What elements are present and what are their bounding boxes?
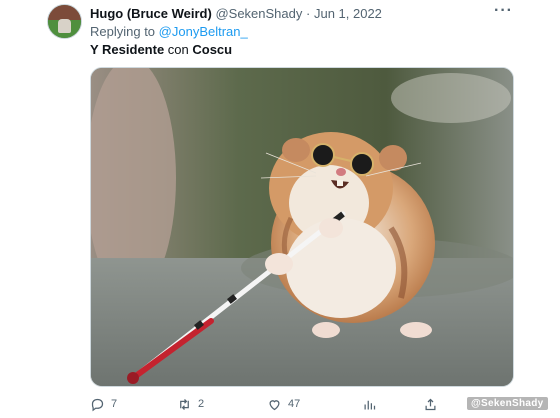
tweet-date[interactable]: Jun 1, 2022	[314, 6, 382, 21]
tweet-text-bold-1: Y Residente	[90, 42, 165, 57]
hamster-photo	[91, 68, 513, 386]
tweet-text-normal: con	[164, 42, 193, 57]
reply-icon	[91, 398, 104, 411]
replying-prefix: Replying to	[90, 24, 159, 39]
tweet-actions: 7 2 47	[90, 396, 530, 412]
avatar-figure	[58, 19, 71, 33]
author-name[interactable]: Hugo (Bruce Weird)	[90, 6, 212, 21]
views-action[interactable]	[362, 396, 377, 412]
retweet-count: 2	[198, 398, 205, 410]
retweet-action[interactable]: 2	[177, 396, 204, 412]
like-count: 47	[288, 398, 301, 410]
more-dots-icon[interactable]: ···	[494, 2, 513, 20]
replying-to: Replying to @JonyBeltran_	[90, 24, 248, 40]
like-icon	[269, 399, 280, 410]
header-separator: ·	[306, 6, 311, 21]
tweet-media-photo[interactable]	[90, 67, 514, 387]
like-action[interactable]: 47	[267, 396, 300, 412]
share-icon	[425, 398, 436, 410]
share-action[interactable]	[423, 396, 438, 412]
replying-mention-link[interactable]: @JonyBeltran_	[159, 24, 248, 39]
tweet-text: Y Residente con Coscu	[90, 42, 232, 58]
reply-action[interactable]: 7	[90, 396, 117, 412]
tweet-header: Hugo (Bruce Weird) @SekenShady · Jun 1, …	[90, 6, 382, 22]
author-avatar[interactable]	[47, 4, 82, 39]
author-handle[interactable]: @SekenShady	[215, 6, 302, 21]
avatar-background	[48, 5, 81, 20]
watermark: @SekenShady	[467, 397, 548, 410]
reply-count: 7	[111, 398, 118, 410]
tweet[interactable]: Hugo (Bruce Weird) @SekenShady · Jun 1, …	[0, 0, 560, 418]
retweet-icon	[180, 398, 189, 410]
views-icon	[364, 400, 376, 409]
tweet-text-bold-2: Coscu	[192, 42, 233, 57]
